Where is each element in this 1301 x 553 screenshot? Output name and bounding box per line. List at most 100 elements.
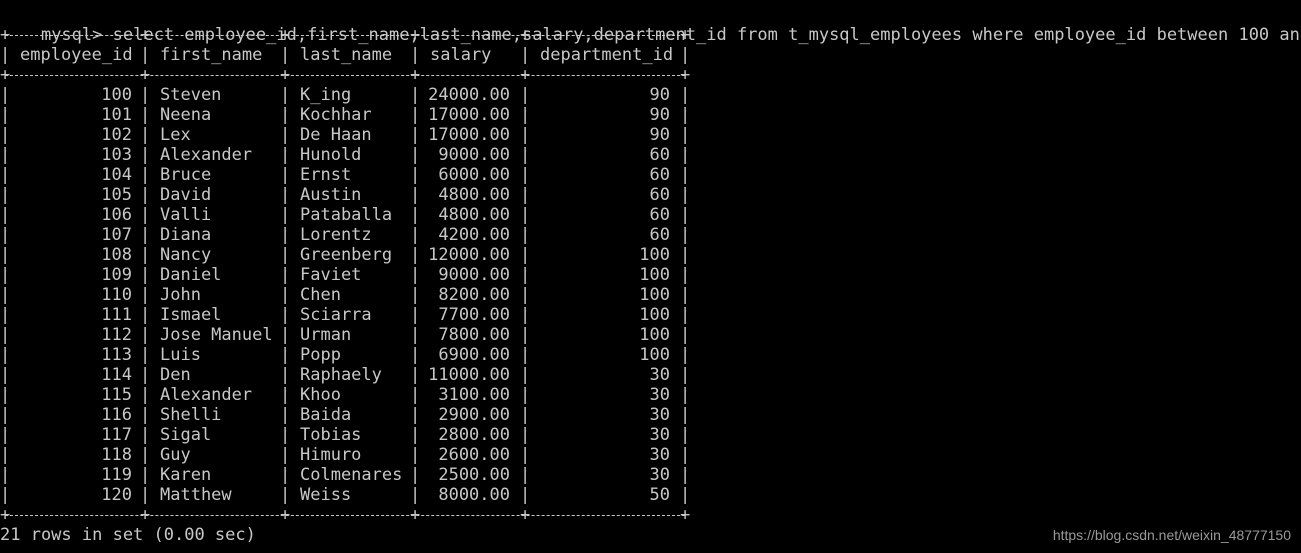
column-separator: | bbox=[0, 185, 11, 205]
column-separator: | bbox=[680, 165, 691, 185]
column-separator: | bbox=[140, 405, 151, 425]
table-cell: 60 bbox=[649, 165, 670, 185]
column-separator: | bbox=[280, 425, 291, 445]
column-separator: | bbox=[140, 245, 151, 265]
column-separator: | bbox=[280, 165, 291, 185]
column-separator: | bbox=[520, 485, 531, 505]
table-cell: 101 bbox=[101, 105, 132, 125]
table-cell: 12000.00 bbox=[428, 245, 510, 265]
table-row: | | | | | | 120 Matthew Weiss 8000.00 50 bbox=[0, 485, 700, 505]
table-cell: Raphaely bbox=[300, 365, 382, 385]
table-cell: Guy bbox=[160, 445, 191, 465]
table-cell: 60 bbox=[649, 205, 670, 225]
table-header-row: | | | | | | employee_id first_name last_name sala… bbox=[0, 45, 700, 65]
column-separator: | bbox=[680, 325, 691, 345]
column-separator: | bbox=[520, 45, 531, 65]
column-separator: | bbox=[680, 445, 691, 465]
table-cell: 100 bbox=[639, 345, 670, 365]
column-separator: | bbox=[680, 425, 691, 445]
table-row: | | | | | | 114 Den Raphaely 11000.00 30 bbox=[0, 365, 700, 385]
table-cell: 90 bbox=[649, 125, 670, 145]
table-cell: 30 bbox=[649, 405, 670, 425]
column-separator: | bbox=[520, 105, 531, 125]
table-cell: 2500.00 bbox=[438, 465, 510, 485]
table-cell: 100 bbox=[639, 325, 670, 345]
column-separator: | bbox=[520, 325, 531, 345]
table-cell: 30 bbox=[649, 465, 670, 485]
column-separator: | bbox=[280, 285, 291, 305]
table-cell: 106 bbox=[101, 205, 132, 225]
table-row: | | | | | | 111 Ismael Sciarra 7700.00 100 bbox=[0, 305, 700, 325]
column-separator: | bbox=[140, 305, 151, 325]
column-separator: | bbox=[280, 245, 291, 265]
column-separator: | bbox=[0, 265, 11, 285]
column-separator: | bbox=[680, 345, 691, 365]
table-cell: Ernst bbox=[300, 165, 352, 185]
table-cell: Bruce bbox=[160, 165, 212, 185]
table-cell: Baida bbox=[300, 405, 352, 425]
column-separator: | bbox=[410, 385, 421, 405]
table-cell: Steven bbox=[160, 85, 222, 105]
border-corner: + bbox=[280, 65, 291, 85]
column-separator: | bbox=[410, 85, 421, 105]
column-separator: | bbox=[280, 85, 291, 105]
column-header: last_name bbox=[300, 45, 393, 65]
column-separator: | bbox=[0, 205, 11, 225]
border-corner: + bbox=[140, 25, 151, 45]
table-row: | | | | | | 108 Nancy Greenberg 12000.00 100 bbox=[0, 245, 700, 265]
table-cell: 4800.00 bbox=[438, 205, 510, 225]
column-separator: | bbox=[520, 245, 531, 265]
column-separator: | bbox=[140, 85, 151, 105]
column-separator: | bbox=[410, 185, 421, 205]
table-cell: 100 bbox=[639, 305, 670, 325]
table-row: | | | | | | 104 Bruce Ernst 6000.00 60 bbox=[0, 165, 700, 185]
table-cell: Daniel bbox=[160, 265, 222, 285]
column-separator: | bbox=[0, 485, 11, 505]
column-separator: | bbox=[410, 125, 421, 145]
terminal-window[interactable]: mysql> select employee_id,first_name,las… bbox=[0, 0, 1301, 553]
column-separator: | bbox=[280, 445, 291, 465]
column-separator: | bbox=[520, 405, 531, 425]
table-row: | | | | | | 119 Karen Colmenares 2500.00 30 bbox=[0, 465, 700, 485]
table-row: | | | | | | 113 Luis Popp 6900.00 100 bbox=[0, 345, 700, 365]
column-separator: | bbox=[520, 285, 531, 305]
column-separator: | bbox=[0, 325, 11, 345]
column-separator: | bbox=[140, 385, 151, 405]
column-separator: | bbox=[520, 185, 531, 205]
column-separator: | bbox=[0, 125, 11, 145]
column-header: department_id bbox=[540, 45, 674, 65]
table-cell: Luis bbox=[160, 345, 201, 365]
column-separator: | bbox=[410, 105, 421, 125]
table-row: | | | | | | 110 John Chen 8200.00 100 bbox=[0, 285, 700, 305]
table-cell: 4800.00 bbox=[438, 185, 510, 205]
column-separator: | bbox=[280, 325, 291, 345]
table-cell: Austin bbox=[300, 185, 362, 205]
table-row: | | | | | | 106 Valli Pataballa 4800.00 60 bbox=[0, 205, 700, 225]
column-separator: | bbox=[520, 445, 531, 465]
column-separator: | bbox=[280, 485, 291, 505]
table-row: | | | | | | 101 Neena Kochhar 17000.00 90 bbox=[0, 105, 700, 125]
table-cell: 102 bbox=[101, 125, 132, 145]
column-separator: | bbox=[680, 405, 691, 425]
result-summary: 21 rows in set (0.00 sec) bbox=[0, 525, 256, 545]
table-cell: 2800.00 bbox=[438, 425, 510, 445]
column-separator: | bbox=[520, 365, 531, 385]
table-cell: 111 bbox=[101, 305, 132, 325]
column-separator: | bbox=[410, 205, 421, 225]
column-separator: | bbox=[680, 125, 691, 145]
table-cell: 7800.00 bbox=[438, 325, 510, 345]
table-cell: Tobias bbox=[300, 425, 362, 445]
column-separator: | bbox=[680, 225, 691, 245]
border-corner: + bbox=[520, 25, 531, 45]
column-separator: | bbox=[680, 385, 691, 405]
table-cell: 119 bbox=[101, 465, 132, 485]
column-separator: | bbox=[680, 185, 691, 205]
column-separator: | bbox=[0, 345, 11, 365]
table-cell: 17000.00 bbox=[428, 105, 510, 125]
table-cell: 109 bbox=[101, 265, 132, 285]
table-cell: 108 bbox=[101, 245, 132, 265]
table-cell: 114 bbox=[101, 365, 132, 385]
table-cell: Shelli bbox=[160, 405, 222, 425]
column-separator: | bbox=[520, 125, 531, 145]
column-separator: | bbox=[280, 105, 291, 125]
